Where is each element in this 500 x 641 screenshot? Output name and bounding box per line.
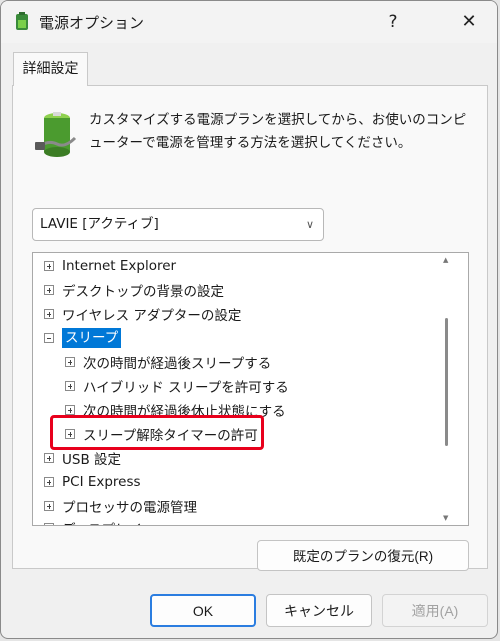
tree-item-processor-power[interactable]: プロセッサの電源管理 [44, 495, 197, 517]
tree-item-label: ハイブリッド スリープを許可する [83, 380, 289, 396]
tree-item-desktop-background[interactable]: デスクトップの背景の設定 [44, 279, 224, 301]
expand-icon[interactable] [44, 285, 54, 295]
collapse-icon[interactable] [44, 333, 54, 343]
expand-icon[interactable] [65, 405, 75, 415]
help-button[interactable]: ? [373, 7, 413, 37]
power-plan-value: LAVIE [アクティブ] [40, 216, 159, 232]
tree-item-display[interactable]: ディスプレイ [44, 517, 142, 525]
power-options-window: 電源オプション ? ✕ 詳細設定 カスタマイズする電源プランを選択してから、お使… [0, 0, 498, 639]
cancel-button[interactable]: キャンセル [266, 594, 372, 627]
settings-panel: カスタマイズする電源プランを選択してから、お使いのコンピューターで電源を管理する… [12, 85, 488, 571]
battery-icon [35, 112, 77, 157]
tree-item-label: USB 設定 [62, 452, 122, 468]
settings-tree[interactable]: Internet Explorer デスクトップの背景の設定 ワイヤレス アダプ… [32, 252, 469, 526]
tree-item-sleep-after[interactable]: 次の時間が経過後スリープする [65, 351, 271, 373]
ok-button[interactable]: OK [150, 594, 256, 627]
title-bar: 電源オプション ? ✕ [1, 1, 497, 43]
expand-icon[interactable] [44, 501, 54, 511]
scroll-thumb[interactable] [445, 318, 448, 446]
expand-icon[interactable] [65, 381, 75, 391]
tree-item-label: 次の時間が経過後スリープする [83, 356, 272, 372]
tree-item-label: ディスプレイ [62, 518, 142, 525]
tree-item-sleep[interactable]: スリープ [44, 327, 122, 349]
window-title: 電源オプション [39, 14, 145, 32]
tree-item-label: Internet Explorer [62, 258, 177, 274]
description-text: カスタマイズする電源プランを選択してから、お使いのコンピューターで電源を管理する… [89, 112, 467, 151]
close-button[interactable]: ✕ [449, 7, 489, 37]
tree-item-usb-settings[interactable]: USB 設定 [44, 447, 121, 469]
tab-advanced-settings[interactable]: 詳細設定 [13, 52, 88, 86]
tree-item-label: スリープ [62, 328, 122, 348]
expand-icon[interactable] [44, 453, 54, 463]
scroll-down-icon[interactable]: ▼ [443, 514, 448, 522]
tree-item-wireless-adapter[interactable]: ワイヤレス アダプターの設定 [44, 303, 241, 325]
expand-icon[interactable] [44, 523, 54, 525]
tree-item-internet-explorer[interactable]: Internet Explorer [44, 255, 176, 277]
restore-defaults-button[interactable]: 既定のプランの復元(R) [257, 540, 469, 571]
expand-icon[interactable] [44, 309, 54, 319]
expand-icon[interactable] [44, 477, 54, 487]
tree-scrollbar[interactable]: ▲ ▼ [443, 252, 451, 526]
power-options-icon [16, 12, 28, 30]
tree-item-hybrid-sleep[interactable]: ハイブリッド スリープを許可する [65, 375, 289, 397]
apply-button[interactable]: 適用(A) [382, 594, 488, 627]
highlight-box [50, 415, 264, 450]
scroll-up-icon[interactable]: ▲ [443, 256, 448, 264]
chevron-down-icon: ∨ [305, 218, 314, 231]
tree-item-label: プロセッサの電源管理 [62, 500, 197, 516]
tree-item-pci-express[interactable]: PCI Express [44, 471, 141, 493]
tree-item-label: PCI Express [62, 474, 141, 490]
tree-item-label: デスクトップの背景の設定 [62, 284, 224, 300]
expand-icon[interactable] [44, 261, 54, 271]
expand-icon[interactable] [65, 357, 75, 367]
tree-item-label: ワイヤレス アダプターの設定 [62, 308, 242, 324]
power-plan-select[interactable]: LAVIE [アクティブ] ∨ [32, 208, 324, 241]
